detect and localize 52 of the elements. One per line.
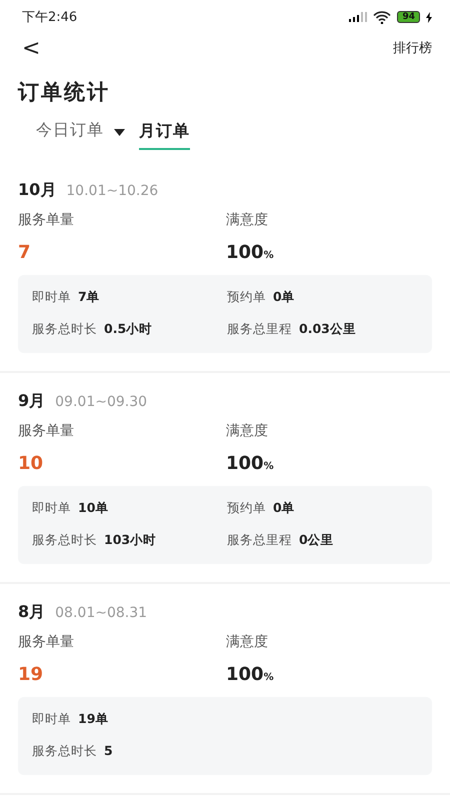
stat-label: 满意度 [226,422,269,440]
order-count: 7 [18,242,32,263]
stat-label: 满意度 [226,633,269,651]
percent-unit: % [264,250,274,261]
detail-label: 预约单 [227,288,266,306]
detail-label: 服务总里程 [227,320,292,338]
stat-label: 满意度 [226,211,269,229]
detail-value: 0公里 [299,532,334,548]
tab[interactable]: 月订单 [139,120,190,150]
detail-label: 即时单 [32,288,71,306]
status-time: 下午2:46 [22,9,78,26]
battery-icon: 94 [397,11,420,23]
detail-value: 7单 [78,288,100,306]
order-count: 10 [18,453,44,474]
leaderboard-link[interactable]: 排行榜 [393,39,432,57]
date-range: 10.01~10.26 [66,183,158,199]
detail-value: 0单 [273,288,295,306]
wifi-icon [373,10,392,24]
detail-value: 5 [104,742,113,760]
detail-label: 服务总里程 [227,532,292,548]
percent-unit: % [264,461,274,472]
detail-value: 19单 [78,710,108,728]
month-title: 9月 [18,391,46,412]
satisfaction-value: 100 [226,664,264,685]
detail-value: 0单 [273,500,295,516]
signal-icon [349,12,368,22]
stat-label: 服务单量 [18,211,75,229]
detail-label: 即时单 [32,710,71,728]
detail-value: 0.03公里 [299,320,356,338]
charging-icon [426,12,432,22]
detail-value: 103小时 [104,532,156,548]
stat-label: 服务单量 [18,422,75,440]
detail-label: 预约单 [227,500,266,516]
satisfaction-value: 100 [226,242,264,263]
detail-value: 10单 [78,500,108,516]
tab[interactable]: 今日订单 [36,120,104,150]
back-button[interactable]: < [18,36,44,60]
percent-unit: % [264,672,274,683]
page-title: 订单统计 [18,79,111,106]
satisfaction-value: 100 [226,453,264,474]
date-range: 08.01~08.31 [55,605,148,621]
dropdown-caret-icon[interactable] [114,128,125,136]
date-range: 09.01~09.30 [55,394,148,410]
detail-value: 0.5小时 [104,320,152,338]
detail-label: 服务总时长 [32,742,97,760]
detail-label: 即时单 [32,500,71,516]
detail-label: 服务总时长 [32,532,97,548]
stat-label: 服务单量 [18,633,75,651]
month-title: 10月 [18,180,56,201]
month-title: 8月 [18,602,46,623]
detail-label: 服务总时长 [32,320,97,338]
order-count: 19 [18,664,44,685]
